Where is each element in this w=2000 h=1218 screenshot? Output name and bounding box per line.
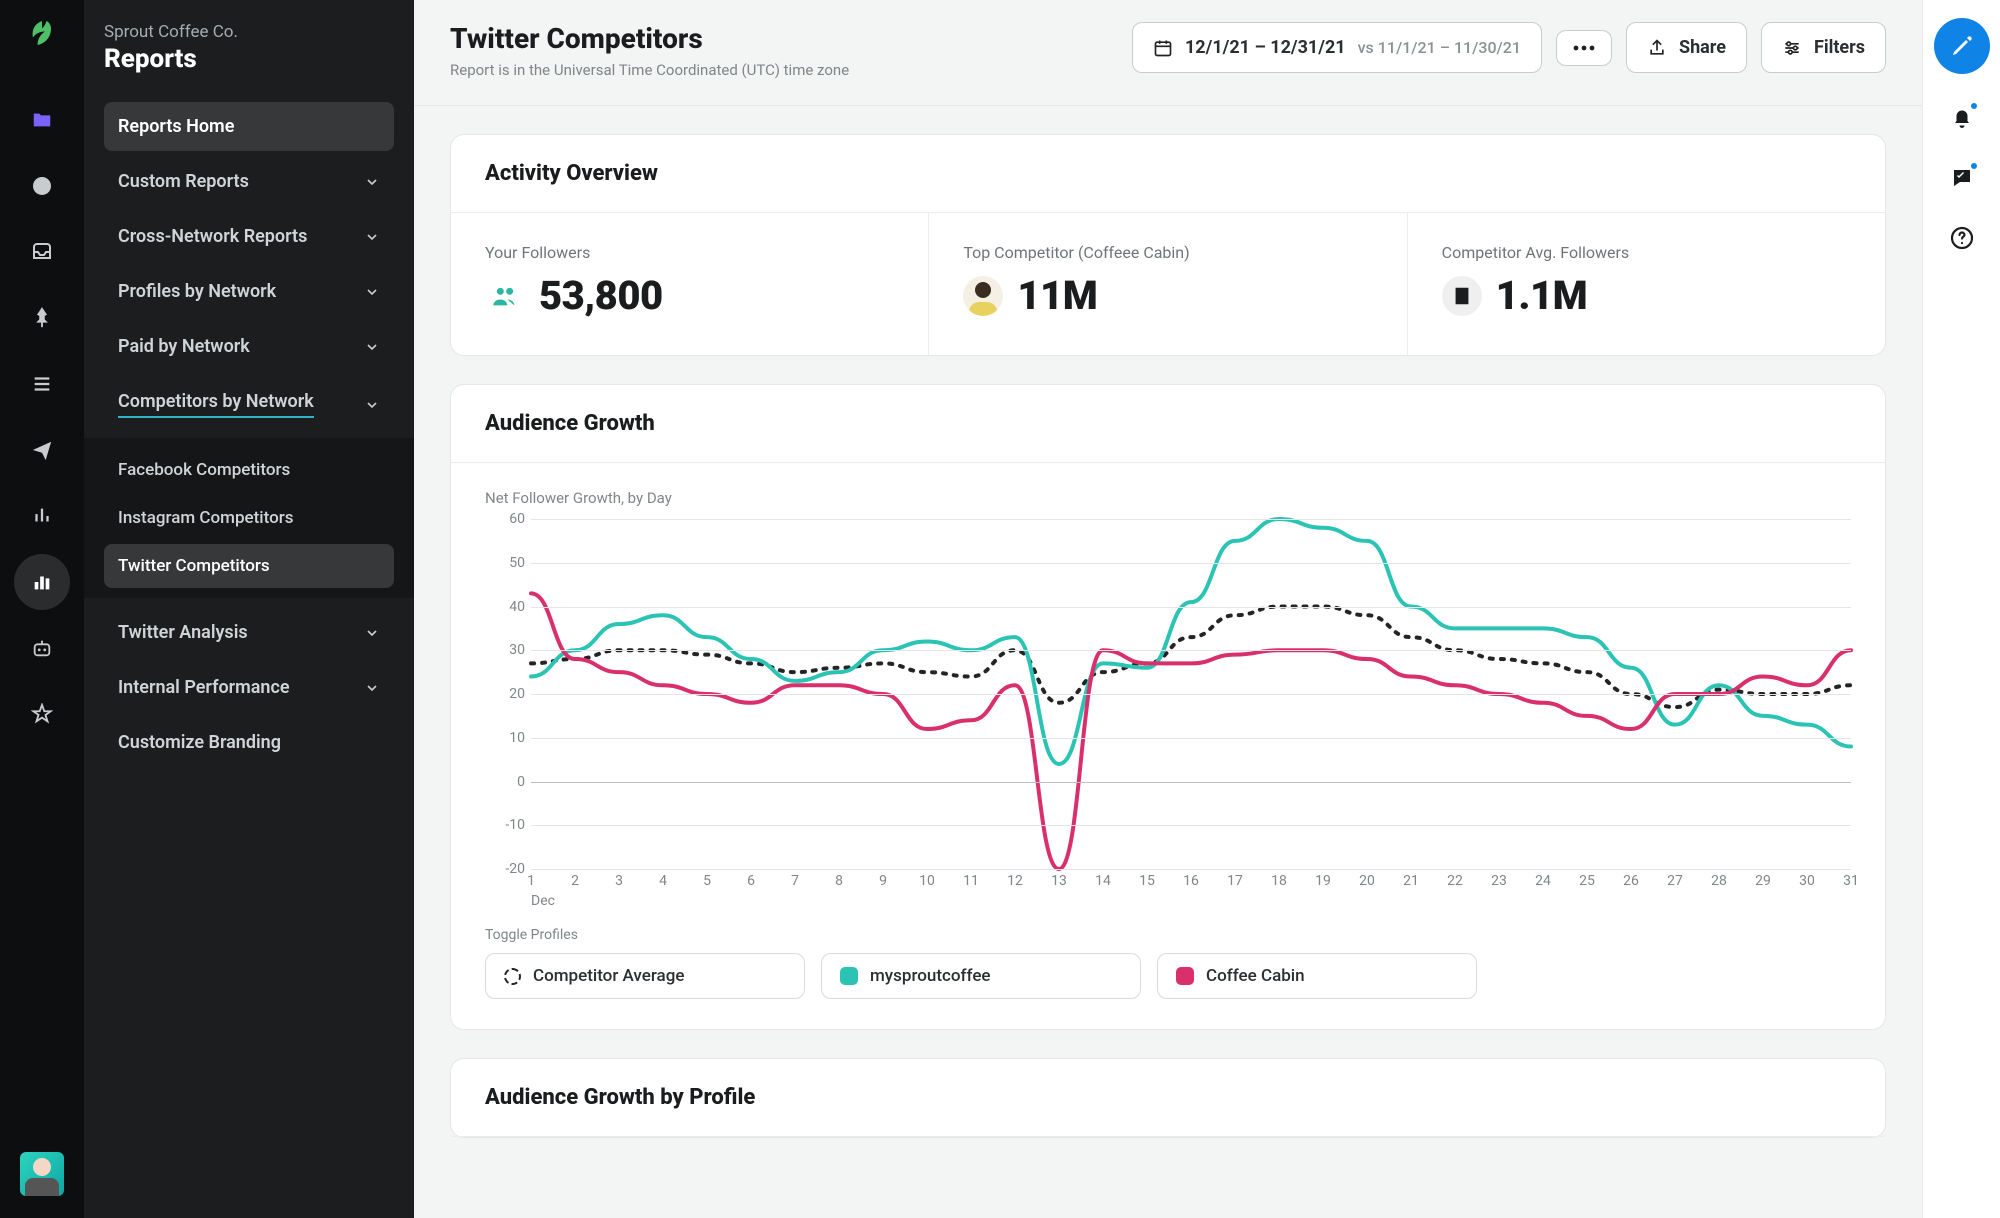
nav-list-icon[interactable] xyxy=(14,356,70,412)
sidebar-item-reports-home[interactable]: Reports Home xyxy=(104,102,394,151)
nav-star-icon[interactable] xyxy=(14,686,70,742)
competitor-avatar-icon xyxy=(963,276,1003,316)
pink-swatch-icon xyxy=(1176,967,1194,985)
user-avatar[interactable] xyxy=(20,1152,64,1196)
sidebar-item-profiles-by-network[interactable]: Profiles by Network xyxy=(104,267,394,316)
app-icon-rail xyxy=(0,0,84,1218)
sliders-icon xyxy=(1782,38,1802,58)
audience-growth-title: Audience Growth xyxy=(485,411,1851,436)
sidebar-item-customize-branding[interactable]: Customize Branding xyxy=(104,718,394,767)
topbar: Twitter Competitors Report is in the Uni… xyxy=(414,0,1922,106)
nav-pin-icon[interactable] xyxy=(14,290,70,346)
share-button[interactable]: Share xyxy=(1626,22,1747,73)
compare-range-label: vs 11/1/21 – 11/30/21 xyxy=(1358,38,1521,57)
feedback-icon[interactable] xyxy=(1946,162,1978,194)
chevron-down-icon xyxy=(364,625,380,641)
nav-reports-icon[interactable] xyxy=(14,554,70,610)
ellipsis-icon xyxy=(1573,45,1595,51)
toggle-coffee-cabin[interactable]: Coffee Cabin xyxy=(1157,953,1477,999)
calendar-icon xyxy=(1153,38,1173,58)
dashed-swatch-icon xyxy=(504,968,521,985)
growth-chart: -20-100102030405060 Dec12345678910111213… xyxy=(485,519,1851,909)
activity-overview-card: Activity Overview Your Followers 53,800 … xyxy=(450,134,1886,356)
nav-send-icon[interactable] xyxy=(14,422,70,478)
date-range-button[interactable]: 12/1/21 – 12/31/21 vs 11/1/21 – 11/30/21 xyxy=(1132,22,1542,73)
compose-button[interactable] xyxy=(1934,18,1990,74)
date-range-label: 12/1/21 – 12/31/21 xyxy=(1185,37,1346,58)
filters-button[interactable]: Filters xyxy=(1761,22,1886,73)
nav-folder-icon[interactable] xyxy=(14,92,70,148)
users-icon xyxy=(485,276,525,316)
x-axis-month: Dec xyxy=(531,893,555,909)
help-icon[interactable] xyxy=(1946,222,1978,254)
sidebar-subitem-instagram[interactable]: Instagram Competitors xyxy=(104,496,394,540)
share-label: Share xyxy=(1679,37,1726,58)
chevron-down-icon xyxy=(364,397,380,413)
teal-swatch-icon xyxy=(840,967,858,985)
main-content: Twitter Competitors Report is in the Uni… xyxy=(414,0,1922,1218)
nav-inbox-icon[interactable] xyxy=(14,224,70,280)
metric-top-competitor: Top Competitor (Coffeee Cabin) 11M xyxy=(929,213,1407,355)
share-icon xyxy=(1647,38,1667,58)
more-button[interactable] xyxy=(1556,30,1612,66)
chevron-down-icon xyxy=(364,339,380,355)
right-rail xyxy=(1922,0,2000,1218)
chevron-down-icon xyxy=(364,680,380,696)
sidebar-subitem-facebook[interactable]: Facebook Competitors xyxy=(104,448,394,492)
audience-growth-by-profile-card: Audience Growth by Profile xyxy=(450,1058,1886,1138)
toggle-profiles-label: Toggle Profiles xyxy=(485,927,1851,943)
audience-growth-by-profile-title: Audience Growth by Profile xyxy=(485,1085,1851,1110)
nav-bot-icon[interactable] xyxy=(14,620,70,676)
metric-your-followers: Your Followers 53,800 xyxy=(451,213,929,355)
toggle-competitor-average[interactable]: Competitor Average xyxy=(485,953,805,999)
sprout-logo[interactable] xyxy=(20,14,64,58)
activity-overview-title: Activity Overview xyxy=(485,161,1851,186)
section-title: Reports xyxy=(104,44,394,74)
org-name: Sprout Coffee Co. xyxy=(104,22,394,42)
building-icon xyxy=(1442,276,1482,316)
nav-analytics-icon[interactable] xyxy=(14,488,70,544)
sidebar-item-cross-network[interactable]: Cross-Network Reports xyxy=(104,212,394,261)
metric-competitor-avg: Competitor Avg. Followers 1.1M xyxy=(1408,213,1885,355)
nav-dashboard-icon[interactable] xyxy=(14,158,70,214)
toggle-mysproutcoffee[interactable]: mysproutcoffee xyxy=(821,953,1141,999)
sidebar-item-twitter-analysis[interactable]: Twitter Analysis xyxy=(104,608,394,657)
sidebar-item-internal-performance[interactable]: Internal Performance xyxy=(104,663,394,712)
sidebar-item-custom-reports[interactable]: Custom Reports xyxy=(104,157,394,206)
page-title: Twitter Competitors xyxy=(450,22,849,55)
notifications-icon[interactable] xyxy=(1946,102,1978,134)
chart-subtitle: Net Follower Growth, by Day xyxy=(485,489,1851,507)
filters-label: Filters xyxy=(1814,37,1865,58)
sidebar-item-paid-by-network[interactable]: Paid by Network xyxy=(104,322,394,371)
sidebar-item-competitors-by-network[interactable]: Competitors by Network xyxy=(104,377,394,432)
page-subtitle: Report is in the Universal Time Coordina… xyxy=(450,61,849,79)
sidebar: Sprout Coffee Co. Reports Reports Home C… xyxy=(84,0,414,1218)
chevron-down-icon xyxy=(364,284,380,300)
sidebar-subitem-twitter[interactable]: Twitter Competitors xyxy=(104,544,394,588)
audience-growth-card: Audience Growth Net Follower Growth, by … xyxy=(450,384,1886,1030)
chevron-down-icon xyxy=(364,174,380,190)
chevron-down-icon xyxy=(364,229,380,245)
compose-icon xyxy=(1950,34,1974,58)
